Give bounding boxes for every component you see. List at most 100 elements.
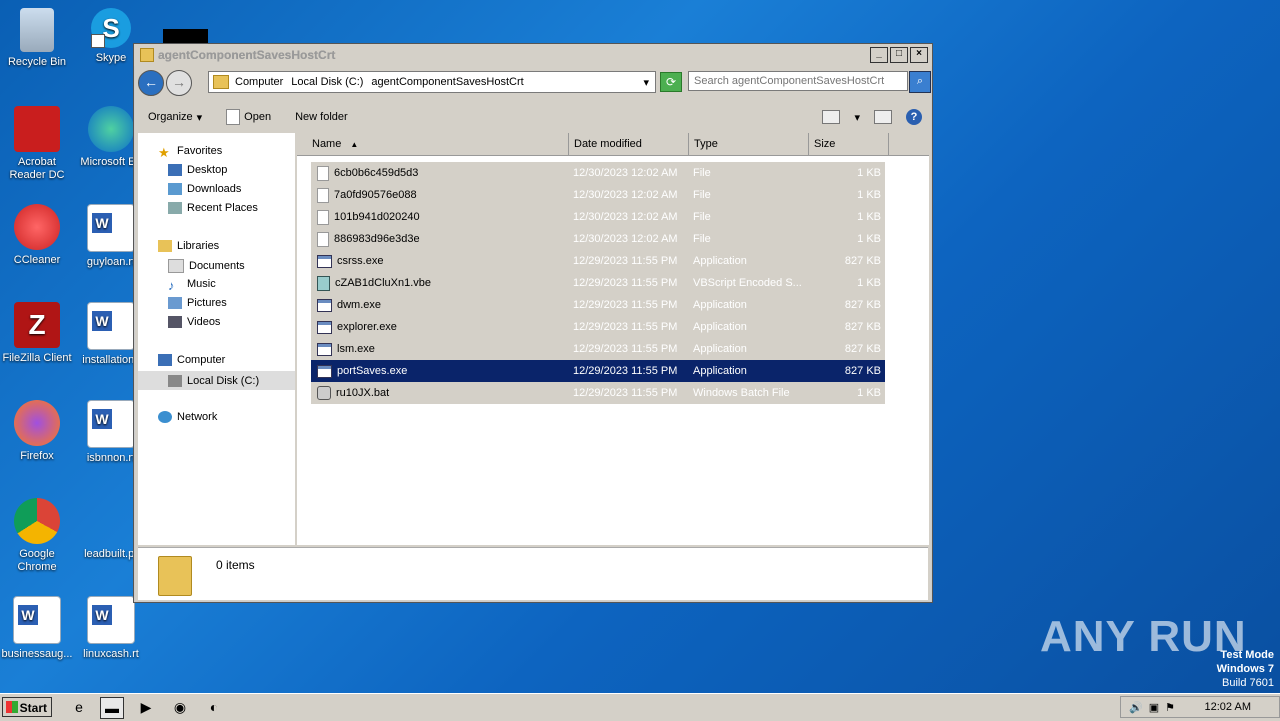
desktop-icon-ccleaner[interactable]: CCleaner (0, 204, 74, 267)
start-button[interactable]: Start (2, 697, 52, 717)
file-row[interactable]: ru10JX.bat 12/29/2023 11:55 PM Windows Bat… (311, 382, 885, 404)
desktop-icon (168, 164, 182, 176)
folder-icon (140, 48, 154, 62)
navigation-pane: ★ Favorites Desktop Downloads Recent Pla… (138, 133, 295, 545)
file-name: 7a0fd90576e088 (311, 187, 573, 203)
batch-file-icon (317, 386, 331, 400)
libraries-icon (158, 240, 172, 252)
word-document-icon (87, 204, 135, 252)
file-size: 827 KB (844, 321, 881, 333)
refresh-button[interactable]: ⟳ (660, 72, 682, 92)
internet-explorer-icon[interactable]: e (68, 697, 90, 717)
nav-computer[interactable]: Computer (158, 354, 225, 366)
file-type: File (693, 233, 711, 245)
file-type: File (693, 189, 711, 201)
nav-music[interactable]: ♪ Music (168, 278, 216, 293)
nav-videos[interactable]: Videos (168, 316, 220, 328)
file-row[interactable]: lsm.exe 12/29/2023 11:55 PM Application 827… (311, 338, 885, 360)
nav-documents[interactable]: Documents (168, 259, 245, 273)
nav-local-disk[interactable]: Local Disk (C:) (138, 371, 295, 390)
videos-icon (168, 316, 182, 328)
column-name[interactable]: Name ▲ (297, 133, 569, 155)
file-name: cZAB1dCluXn1.vbe (311, 275, 573, 291)
file-rows: 6cb0b6c459d5d3 12/30/2023 12:02 AM File 1 K… (311, 162, 885, 404)
chrome-icon (14, 498, 60, 544)
file-date: 12/29/2023 11:55 PM (573, 255, 678, 267)
back-button[interactable]: ← (138, 70, 164, 96)
new-folder-button[interactable]: New folder (283, 111, 360, 123)
nav-network[interactable]: Network (158, 411, 217, 423)
file-row[interactable]: 7a0fd90576e088 12/30/2023 12:02 AM File 1 K… (311, 184, 885, 206)
search-input[interactable] (688, 71, 908, 91)
file-row[interactable]: cZAB1dCluXn1.vbe 12/29/2023 11:55 PM VBScr… (311, 272, 885, 294)
action-center-flag-icon[interactable]: ⚑ (1165, 701, 1175, 714)
minimize-button[interactable]: _ (870, 47, 888, 63)
file-size: 827 KB (844, 255, 881, 267)
file-row[interactable]: 886983d96e3d3e 12/30/2023 12:02 AM File 1 K… (311, 228, 885, 250)
open-icon (226, 109, 241, 125)
forward-button[interactable]: → (166, 70, 192, 96)
chrome-taskbar-icon[interactable]: ◉ (169, 697, 191, 717)
maximize-button[interactable]: □ (890, 47, 908, 63)
file-date: 12/30/2023 12:02 AM (573, 211, 678, 223)
breadcrumb-computer[interactable]: Computer (235, 76, 283, 88)
chevron-down-icon[interactable]: ▾ (643, 76, 649, 89)
nav-desktop[interactable]: Desktop (168, 164, 227, 176)
breadcrumb-folder[interactable]: agentComponentSavesHostCrt (371, 76, 523, 88)
folder-icon (158, 556, 192, 596)
file-date: 12/29/2023 11:55 PM (573, 387, 678, 399)
desktop-icon-recycle-bin[interactable]: Recycle Bin (0, 8, 74, 69)
file-type: Application (693, 343, 747, 355)
column-size[interactable]: Size (809, 133, 889, 155)
preview-pane-icon[interactable] (874, 110, 892, 124)
nav-favorites[interactable]: ★ Favorites (158, 145, 222, 160)
search-icon[interactable]: ⌕ (909, 71, 931, 93)
explorer-taskbar-icon[interactable]: ▬ (100, 697, 124, 719)
volume-icon[interactable]: 🔊 (1129, 701, 1143, 714)
title-bar[interactable]: agentComponentSavesHostCrt (134, 44, 932, 66)
file-size: 1 KB (857, 189, 881, 201)
file-row[interactable]: 6cb0b6c459d5d3 12/30/2023 12:02 AM File 1 K… (311, 162, 885, 184)
chevron-down-icon[interactable]: ▾ (854, 111, 860, 124)
desktop-icon-businessaug[interactable]: businessaug... (0, 596, 74, 661)
close-button[interactable]: × (910, 47, 928, 63)
open-button[interactable]: Open (214, 109, 283, 125)
desktop-icon-filezilla[interactable]: Z FileZilla Client (0, 302, 74, 365)
file-date: 12/29/2023 11:55 PM (573, 343, 678, 355)
word-document-icon (87, 596, 135, 644)
file-row[interactable]: dwm.exe 12/29/2023 11:55 PM Application 827… (311, 294, 885, 316)
column-type[interactable]: Type (689, 133, 809, 155)
file-row[interactable]: csrss.exe 12/29/2023 11:55 PM Application 8… (311, 250, 885, 272)
file-date: 12/29/2023 11:55 PM (573, 365, 678, 377)
desktop-icon-firefox[interactable]: Firefox (0, 400, 74, 463)
nav-downloads[interactable]: Downloads (168, 183, 241, 195)
media-player-icon[interactable]: ▶ (135, 697, 157, 717)
file-row[interactable]: portSaves.exe 12/29/2023 11:55 PM Applicat… (311, 360, 885, 382)
desktop-icon-acrobat[interactable]: Acrobat Reader DC (0, 106, 74, 182)
organize-button[interactable]: Organize ▾ (136, 111, 214, 124)
breadcrumb-local-disk[interactable]: Local Disk (C:) (291, 76, 363, 88)
details-pane: 0 items (138, 547, 928, 600)
file-name: 101b941d020240 (311, 209, 573, 225)
nav-recent-places[interactable]: Recent Places (168, 202, 258, 214)
firefox-icon (14, 400, 60, 446)
edge-taskbar-icon[interactable]: ◐ (203, 697, 225, 717)
clock[interactable]: 12:02 AM (1205, 701, 1279, 713)
item-count: 0 items (216, 558, 255, 572)
file-name: lsm.exe (311, 342, 573, 356)
file-row[interactable]: explorer.exe 12/29/2023 11:55 PM Applicati… (311, 316, 885, 338)
downloads-icon (168, 183, 182, 195)
file-name: ru10JX.bat (311, 386, 573, 400)
address-bar[interactable]: Computer Local Disk (C:) agentComponentS… (208, 71, 656, 93)
column-date[interactable]: Date modified (569, 133, 689, 155)
desktop-icon-linuxcash[interactable]: linuxcash.rt (74, 596, 148, 661)
nav-pictures[interactable]: Pictures (168, 297, 227, 309)
file-date: 12/29/2023 11:55 PM (573, 321, 678, 333)
desktop-icon-chrome[interactable]: Google Chrome (0, 498, 74, 574)
file-row[interactable]: 101b941d020240 12/30/2023 12:02 AM File 1 K… (311, 206, 885, 228)
file-size: 1 KB (857, 277, 881, 289)
nav-libraries[interactable]: Libraries (158, 240, 219, 252)
help-icon[interactable]: ? (906, 109, 922, 125)
network-tray-icon[interactable]: ▣ (1149, 701, 1159, 714)
view-options-icon[interactable] (822, 110, 841, 124)
